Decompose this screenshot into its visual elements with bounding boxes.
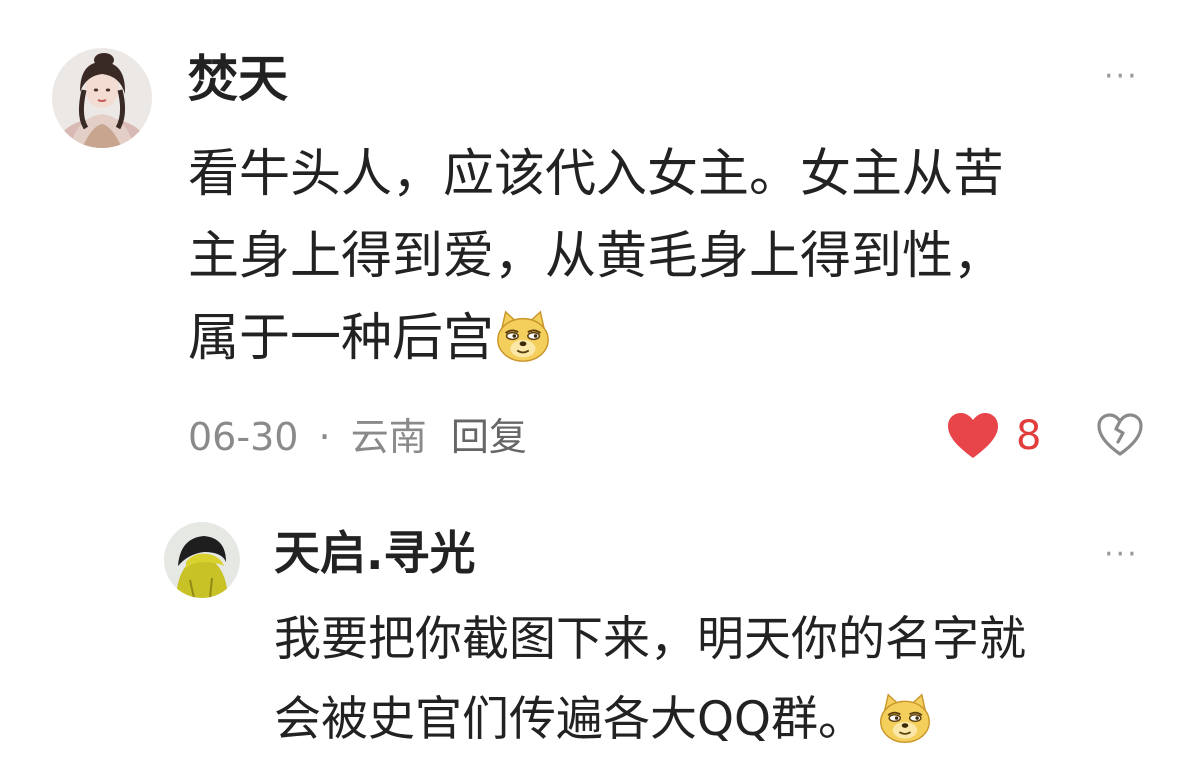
reply-avatar-image (164, 522, 240, 598)
user-avatar-image (52, 48, 152, 148)
doge-emoji-icon (496, 310, 550, 363)
heart-icon (948, 413, 998, 458)
more-options-button[interactable]: ··· (1104, 62, 1139, 92)
comment-text-line: 主身上得到爱，从黄毛身上得到性， (188, 227, 1005, 286)
comment-date: 06-30 (188, 415, 299, 459)
doge-emoji-icon (879, 693, 931, 743)
username[interactable]: 焚天 (188, 48, 288, 110)
reply-text-line: 会被史官们传遍各大QQ群。 (274, 680, 1026, 760)
reply-button[interactable]: 回复 (451, 415, 527, 459)
comment-text-line: 看牛头人，应该代入女主。女主从苦 (188, 145, 1005, 204)
reply-username[interactable]: 天启.寻光 (274, 524, 475, 582)
dislike-button[interactable] (1096, 412, 1144, 462)
comment-text-line: 属于一种后宫 (188, 298, 1004, 380)
avatar[interactable] (52, 48, 152, 148)
reply-avatar[interactable] (164, 522, 240, 598)
like-button[interactable]: 8 (946, 410, 1041, 462)
reply-more-options-button[interactable]: ··· (1104, 540, 1139, 570)
reply-text-line: 我要把你截图下来，明天你的名字就 (274, 612, 1026, 667)
comment-location: 云南 (350, 415, 427, 459)
comment-meta: 06-30 · 云南 回复 (188, 412, 527, 462)
meta-separator: · (318, 415, 331, 459)
like-count: 8 (1016, 413, 1042, 459)
broken-heart-icon (1097, 413, 1143, 456)
comment-text: 看牛头人，应该代入女主。女主从苦 主身上得到爱，从黄毛身上得到性， 属于一种后宫 (188, 134, 1004, 380)
reply-text: 我要把你截图下来，明天你的名字就 会被史官们传遍各大QQ群。 (274, 600, 1026, 760)
